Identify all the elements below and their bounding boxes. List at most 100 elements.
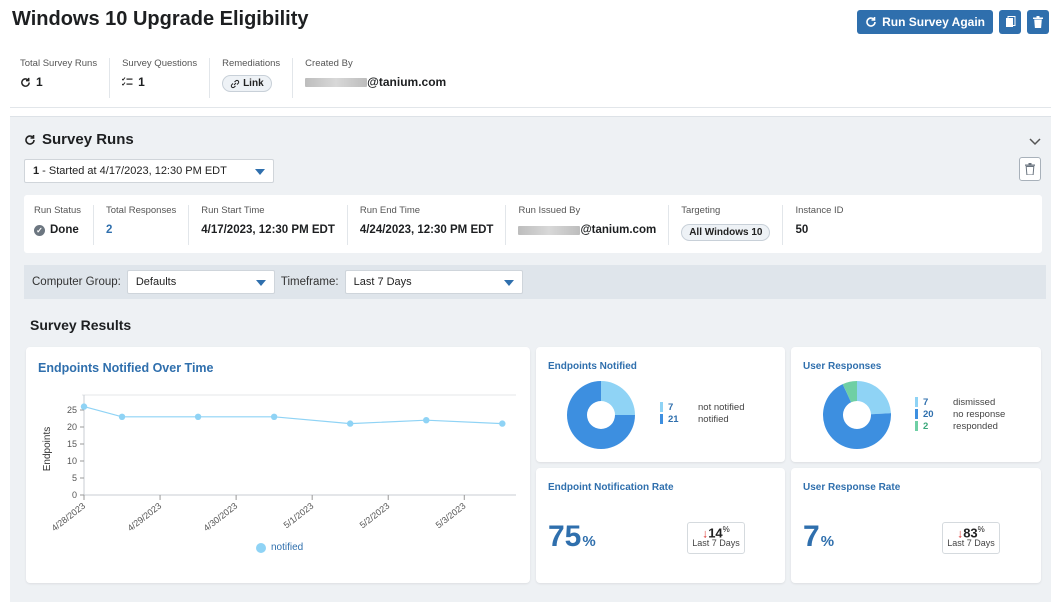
refresh-icon	[25, 134, 35, 145]
survey-meta: Total Survey Runs 1 Survey Questions 1 R…	[20, 58, 470, 98]
y-tick-label: 15	[67, 439, 77, 449]
collapse-button[interactable]	[1029, 133, 1041, 151]
caret-down-icon	[255, 169, 265, 175]
legend-row: 7 dismissed	[915, 396, 1005, 408]
meta-remediations: Remediations Link	[222, 58, 294, 98]
delta-unit: %	[722, 525, 730, 534]
legend-num: 2	[923, 420, 929, 432]
instance-id-value: 50	[795, 224, 809, 236]
total-runs-value: 1	[36, 75, 43, 89]
pie-slice-not-notified	[601, 381, 635, 415]
ri-label: Run Issued By	[518, 205, 581, 216]
legend-row: 21 notified	[660, 413, 744, 425]
ri-value: ✓ Done	[34, 224, 81, 236]
page-title: Windows 10 Upgrade Eligibility	[12, 8, 309, 30]
meta-total-runs: Total Survey Runs 1	[20, 58, 111, 98]
legend-swatch	[915, 409, 918, 419]
chart-legend[interactable]: notified	[256, 542, 303, 553]
check-circle-icon: ✓	[34, 224, 45, 236]
run-info-bar: Run Status ✓ Done Total Responses 2 Run …	[24, 195, 1042, 253]
series-line-notified	[83, 406, 503, 425]
filter-bar: Computer Group: Defaults Timeframe: Last…	[24, 265, 1046, 299]
meta-value: Link	[222, 75, 280, 92]
total-responses: Total Responses 2	[106, 205, 190, 245]
notification-rate-number: 75	[548, 520, 582, 553]
run-status: Run Status ✓ Done	[34, 205, 94, 245]
run-survey-again-label: Run Survey Again	[882, 15, 985, 29]
trash-icon	[1025, 163, 1035, 175]
legend-swatch	[660, 402, 663, 412]
pie-slice-dismissed	[857, 381, 891, 415]
legend-swatch	[660, 414, 663, 424]
data-point	[80, 403, 88, 410]
legend-num: 7	[668, 401, 674, 413]
legend-notified-label: notified	[271, 542, 304, 553]
survey-header: Windows 10 Upgrade Eligibility Run Surve…	[10, 0, 1051, 108]
run-survey-again-button[interactable]: Run Survey Again	[857, 10, 993, 34]
legend-row: 2 responded	[915, 420, 1005, 432]
endpoints-notified-card: Endpoints Notified 7 not notified 21 not…	[536, 347, 785, 462]
y-tick-label: 10	[67, 456, 77, 466]
response-rate-delta: ↓83% Last 7 Days	[942, 522, 1000, 554]
computer-group-select[interactable]: Defaults	[126, 270, 275, 294]
y-tick-label: 0	[72, 490, 77, 500]
redacted-username	[518, 225, 581, 235]
legend-row: 7 not notified	[660, 401, 744, 413]
redacted-username	[305, 77, 368, 87]
timeframe-select[interactable]: Last 7 Days	[344, 270, 523, 294]
refresh-icon	[21, 77, 30, 87]
meta-questions: Survey Questions 1	[122, 58, 211, 98]
delta-label: Last 7 Days	[947, 538, 995, 549]
meta-label: Survey Questions	[122, 58, 198, 69]
targeting: Targeting All Windows 10	[681, 205, 784, 245]
meta-label: Total Survey Runs	[20, 58, 98, 69]
meta-label: Remediations	[222, 58, 281, 69]
delete-button[interactable]	[1027, 10, 1049, 34]
computer-group-value: Defaults	[135, 276, 177, 288]
user-responses-legend: 7 dismissed 20 no response 2 responded	[915, 396, 1005, 432]
caret-down-icon	[503, 280, 514, 286]
issued-by-value: @tanium.com	[580, 224, 657, 236]
instance-id: Instance ID 50	[795, 205, 855, 245]
legend-label: notified	[698, 413, 729, 425]
x-tick-label: 5/3/2023	[434, 501, 468, 530]
endpoints-notified-legend: 7 not notified 21 notified	[660, 401, 744, 425]
targeting-pill[interactable]: All Windows 10	[681, 224, 771, 241]
legend-row: 20 no response	[915, 408, 1005, 420]
ri-label: Run Status	[34, 205, 81, 216]
legend-label: responded	[953, 420, 998, 432]
run-start-time: Run Start Time 4/17/2023, 12:30 PM EDT	[201, 205, 348, 245]
legend-dot	[256, 542, 266, 553]
meta-created-by: Created By @tanium.com	[305, 58, 458, 98]
remediation-link-label: Link	[243, 78, 264, 89]
refresh-icon	[866, 17, 876, 27]
y-tick-label: 20	[67, 422, 77, 432]
copy-icon	[1005, 16, 1015, 27]
questions-value: 1	[138, 75, 145, 89]
run-end-time: Run End Time 4/24/2023, 12:30 PM EDT	[360, 205, 507, 245]
delete-run-button[interactable]	[1019, 157, 1041, 181]
x-tick-label: 4/28/2023	[50, 501, 88, 534]
copy-button[interactable]	[999, 10, 1021, 34]
ri-value: @tanium.com	[518, 224, 656, 236]
endpoints-over-time-card: Endpoints Notified Over Time 0 5 10 15 20 25 E…	[26, 347, 530, 583]
response-rate-number: 7	[803, 520, 820, 553]
response-rate-value: 7%	[803, 520, 834, 554]
y-tick-label: 25	[67, 405, 77, 415]
remediation-link[interactable]: Link	[222, 75, 272, 92]
ri-label: Targeting	[681, 205, 721, 216]
meta-value: 1	[122, 75, 197, 89]
percent-sign: %	[582, 533, 596, 550]
legend-num: 20	[923, 408, 934, 420]
user-responses-card: User Responses 7 dismissed 20 no respons…	[791, 347, 1041, 462]
timeframe-label: Timeframe:	[280, 276, 339, 288]
list-icon	[122, 77, 133, 86]
survey-results-title: Survey Results	[30, 317, 132, 333]
data-point	[423, 417, 430, 424]
delta-unit: %	[977, 525, 985, 534]
data-point	[270, 413, 278, 420]
run-select[interactable]: 1 - Started at 4/17/2023, 12:30 PM EDT	[24, 159, 274, 183]
total-responses-link[interactable]: 2	[106, 224, 176, 236]
survey-runs-heading: Survey Runs	[24, 131, 134, 148]
meta-value: @tanium.com	[305, 75, 446, 89]
